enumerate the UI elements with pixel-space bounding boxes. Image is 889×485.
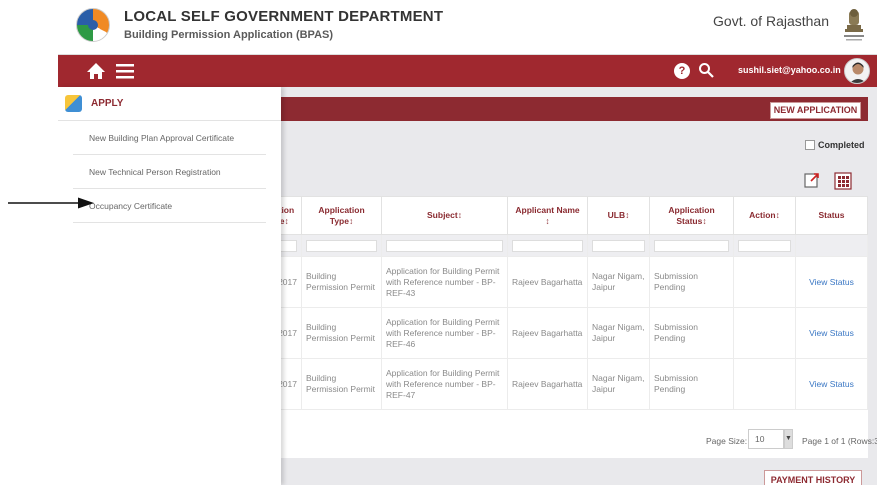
govt-label: Govt. of Rajasthan — [713, 13, 829, 29]
filter-input[interactable] — [592, 239, 645, 252]
filter-cell[interactable] — [733, 234, 796, 257]
new-application-button[interactable]: NEW APPLICATION — [770, 102, 861, 119]
home-icon[interactable] — [86, 61, 106, 81]
sidebar-item-building-plan-approval[interactable]: New Building Plan Approval Certificate — [73, 122, 266, 155]
cell-applicant-name: Rajeev Bagarhatta — [507, 358, 588, 410]
payment-history-button[interactable]: PAYMENT HISTORY — [764, 470, 862, 485]
filter-cell[interactable] — [649, 234, 734, 257]
cell-subject: Application for Building Permit with Ref… — [381, 256, 508, 308]
hamburger-menu-icon[interactable] — [116, 63, 134, 79]
help-icon[interactable]: ? — [674, 63, 690, 79]
filter-input[interactable] — [512, 239, 583, 252]
applications-table-panel: ication ate↕ Application Type↕ Subject↕ … — [258, 196, 868, 458]
filter-cell[interactable] — [507, 234, 588, 257]
table-row: /2017 Building Permission Permit Applica… — [259, 256, 868, 308]
app-window: LOCAL SELF GOVERNMENT DEPARTMENT Buildin… — [58, 0, 877, 485]
cell-application-status: Submission Pending — [649, 307, 734, 359]
cell-application-type: Building Permission Permit — [301, 358, 382, 410]
sidebar-item-occupancy-certificate[interactable]: Occupancy Certificate — [73, 190, 266, 223]
annotation-arrow-icon — [8, 197, 94, 209]
column-header-applicant-name[interactable]: Applicant Name ↕ — [507, 196, 588, 235]
view-status-link[interactable]: View Status — [795, 256, 868, 308]
search-icon[interactable] — [698, 62, 714, 78]
cell-applicant-name: Rajeev Bagarhatta — [507, 256, 588, 308]
sidebar-group-label: APPLY — [91, 98, 124, 109]
filter-cell[interactable] — [301, 234, 382, 257]
completed-label: Completed — [818, 140, 865, 150]
column-header-status: Status — [795, 196, 868, 235]
completed-checkbox[interactable] — [805, 140, 815, 150]
user-email[interactable]: sushil.siet@yahoo.co.in — [738, 65, 841, 75]
applications-table: ication ate↕ Application Type↕ Subject↕ … — [259, 196, 868, 410]
cell-action — [733, 307, 796, 359]
view-status-link[interactable]: View Status — [795, 358, 868, 410]
filter-input[interactable] — [654, 239, 729, 252]
filter-input[interactable] — [386, 239, 503, 252]
cell-action — [733, 256, 796, 308]
cell-application-type: Building Permission Permit — [301, 307, 382, 359]
cell-ulb: Nagar Nigam, Jaipur — [587, 358, 650, 410]
filter-input[interactable] — [738, 239, 791, 252]
filter-input[interactable] — [306, 239, 377, 252]
page-size-select[interactable]: 10 — [748, 429, 784, 449]
column-header-application-type[interactable]: Application Type↕ — [301, 196, 382, 235]
cell-application-status: Submission Pending — [649, 256, 734, 308]
cell-ulb: Nagar Nigam, Jaipur — [587, 307, 650, 359]
filter-cell[interactable] — [381, 234, 508, 257]
filter-cell[interactable] — [587, 234, 650, 257]
export-icon[interactable] — [804, 172, 820, 188]
department-title: LOCAL SELF GOVERNMENT DEPARTMENT — [124, 8, 444, 25]
column-chooser-icon[interactable] — [834, 172, 852, 190]
page-size-label: Page Size: — [706, 436, 748, 446]
table-row: /2017 Building Permission Permit Applica… — [259, 358, 868, 410]
cell-applicant-name: Rajeev Bagarhatta — [507, 307, 588, 359]
top-header: LOCAL SELF GOVERNMENT DEPARTMENT Buildin… — [58, 0, 877, 55]
cell-application-type: Building Permission Permit — [301, 256, 382, 308]
view-status-link[interactable]: View Status — [795, 307, 868, 359]
table-row: /2017 Building Permission Permit Applica… — [259, 307, 868, 359]
filter-cell — [795, 234, 868, 257]
state-emblem-icon — [844, 9, 864, 41]
sidebar-item-technical-person-registration[interactable]: New Technical Person Registration — [73, 156, 266, 189]
cell-subject: Application for Building Permit with Ref… — [381, 307, 508, 359]
column-header-application-status[interactable]: Application Status↕ — [649, 196, 734, 235]
apply-sidebar-menu: APPLY New Building Plan Approval Certifi… — [58, 87, 281, 485]
cell-subject: Application for Building Permit with Ref… — [381, 358, 508, 410]
chevron-down-icon[interactable]: ▼ — [784, 429, 793, 449]
department-subtitle: Building Permission Application (BPAS) — [124, 29, 334, 41]
cell-ulb: Nagar Nigam, Jaipur — [587, 256, 650, 308]
page-info: Page 1 of 1 (Rows:3) — [802, 436, 877, 446]
cell-action — [733, 358, 796, 410]
user-avatar-icon — [849, 62, 867, 83]
table-header-row: ication ate↕ Application Type↕ Subject↕ … — [259, 196, 868, 235]
filter-row — [259, 234, 868, 257]
department-logo — [76, 8, 110, 42]
user-avatar[interactable] — [844, 58, 870, 84]
sidebar-group-header[interactable]: APPLY — [58, 87, 281, 121]
column-header-action[interactable]: Action↕ — [733, 196, 796, 235]
main-nav-bar: ? sushil.siet@yahoo.co.in — [58, 55, 877, 87]
cell-application-status: Submission Pending — [649, 358, 734, 410]
apply-icon — [65, 95, 82, 112]
column-header-subject[interactable]: Subject↕ — [381, 196, 508, 235]
column-header-ulb[interactable]: ULB↕ — [587, 196, 650, 235]
